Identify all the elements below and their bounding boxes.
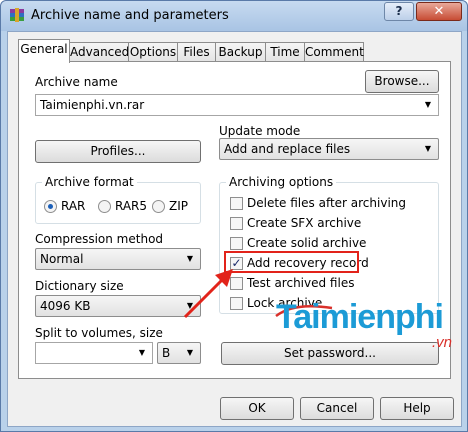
create-solid-label: Create solid archive bbox=[247, 236, 367, 250]
radio-rar[interactable] bbox=[44, 200, 57, 213]
update-mode-value: Add and replace files bbox=[224, 142, 351, 156]
archive-name-field[interactable]: Taimienphi.vn.rar ▼ bbox=[35, 94, 439, 116]
update-mode-select[interactable]: Add and replace files ▼ bbox=[219, 138, 439, 160]
checkbox-create-sfx[interactable] bbox=[230, 217, 243, 230]
archive-format-group: Archive format RAR RAR5 ZIP bbox=[35, 175, 201, 224]
compression-method-label: Compression method bbox=[35, 232, 164, 246]
radio-rar5-label: RAR5 bbox=[115, 199, 148, 213]
chevron-down-icon[interactable]: ▼ bbox=[421, 98, 435, 112]
cancel-button[interactable]: Cancel bbox=[300, 397, 374, 420]
dialog-window: Archive name and parameters ? ✕ General … bbox=[0, 0, 468, 432]
archive-name-value: Taimienphi.vn.rar bbox=[40, 98, 145, 112]
dictionary-size-value: 4096 KB bbox=[40, 299, 91, 313]
archiving-options-title: Archiving options bbox=[226, 175, 337, 189]
chevron-down-icon[interactable]: ▼ bbox=[183, 252, 197, 266]
help-button[interactable]: Help bbox=[380, 397, 454, 420]
pointer-arrow-icon bbox=[183, 269, 233, 319]
close-button[interactable]: ✕ bbox=[416, 2, 462, 21]
radio-rar-label: RAR bbox=[61, 199, 86, 213]
winrar-icon bbox=[10, 8, 24, 22]
split-unit-select[interactable]: B ▼ bbox=[157, 342, 201, 364]
archive-format-title: Archive format bbox=[42, 175, 137, 189]
checkbox-create-solid[interactable] bbox=[230, 237, 243, 250]
archiving-options-group: Archiving options Delete files after arc… bbox=[219, 175, 439, 314]
tab-advanced[interactable]: Advanced bbox=[69, 42, 129, 62]
dictionary-size-label: Dictionary size bbox=[35, 279, 124, 293]
dictionary-size-select[interactable]: 4096 KB ▼ bbox=[35, 295, 201, 317]
archive-name-label: Archive name bbox=[35, 75, 118, 89]
radio-rar5[interactable] bbox=[98, 200, 111, 213]
chevron-down-icon[interactable]: ▼ bbox=[183, 346, 197, 360]
watermark-brand: Taimienphi bbox=[276, 298, 444, 336]
tab-time[interactable]: Time bbox=[265, 42, 305, 62]
profiles-button[interactable]: Profiles... bbox=[35, 140, 201, 163]
recovery-record-highlight bbox=[224, 251, 359, 273]
chevron-down-icon[interactable]: ▼ bbox=[421, 142, 435, 156]
tab-files[interactable]: Files bbox=[177, 42, 216, 62]
dialog-client: General Advanced Options Files Backup Ti… bbox=[7, 31, 462, 427]
split-unit-value: B bbox=[162, 346, 171, 360]
tab-comment[interactable]: Comment bbox=[304, 42, 364, 62]
tab-general[interactable]: General bbox=[18, 39, 70, 63]
test-files-label: Test archived files bbox=[247, 276, 355, 290]
watermark-suffix: .vn bbox=[432, 334, 453, 351]
delete-files-label: Delete files after archiving bbox=[247, 196, 407, 210]
tab-backup[interactable]: Backup bbox=[215, 42, 266, 62]
radio-zip-label: ZIP bbox=[169, 199, 188, 213]
compression-method-select[interactable]: Normal ▼ bbox=[35, 248, 201, 270]
set-password-button[interactable]: Set password... bbox=[221, 342, 439, 365]
chevron-down-icon[interactable]: ▼ bbox=[135, 346, 149, 360]
ok-button[interactable]: OK bbox=[220, 397, 294, 420]
update-mode-label: Update mode bbox=[219, 124, 301, 138]
radio-zip[interactable] bbox=[152, 200, 165, 213]
split-volumes-label: Split to volumes, size bbox=[35, 326, 163, 340]
browse-button[interactable]: Browse... bbox=[365, 70, 439, 93]
compression-method-value: Normal bbox=[40, 252, 84, 266]
help-title-button[interactable]: ? bbox=[384, 2, 414, 21]
window-title: Archive name and parameters bbox=[31, 8, 229, 23]
tab-options[interactable]: Options bbox=[128, 42, 178, 62]
split-volumes-field[interactable]: ▼ bbox=[35, 342, 153, 364]
checkbox-delete-files[interactable] bbox=[230, 197, 243, 210]
title-bar[interactable]: Archive name and parameters ? ✕ bbox=[1, 1, 467, 31]
create-sfx-label: Create SFX archive bbox=[247, 216, 362, 230]
